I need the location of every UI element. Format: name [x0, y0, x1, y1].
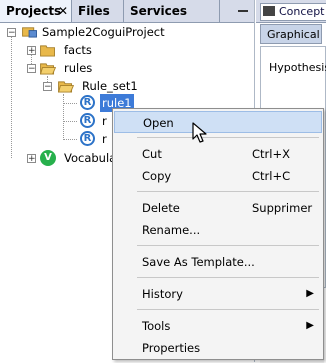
menu-item-label: Delete [142, 201, 180, 215]
menu-item-shortcut: Ctrl+X [252, 147, 290, 161]
menu-separator [137, 309, 319, 310]
tab-concept-label: Concept t [279, 5, 326, 18]
tree-node-rules[interactable]: − rules [0, 59, 254, 77]
menu-item-label: Rename... [142, 223, 201, 237]
menu-item-shortcut: Ctrl+C [252, 169, 291, 183]
menu-item-label: History [142, 287, 183, 301]
tab-services[interactable]: Services [124, 0, 220, 22]
folder-open-icon [58, 81, 74, 93]
menu-item-rename[interactable]: Rename... [114, 219, 322, 241]
tree-node-facts[interactable]: + facts [0, 41, 254, 59]
tree-node-rule-set[interactable]: − Rule_set1 [0, 77, 254, 95]
menu-item-tools[interactable]: Tools ▶ [114, 315, 322, 337]
tab-concept[interactable]: Concept t [260, 3, 326, 21]
menu-separator [137, 137, 319, 138]
collapse-icon[interactable]: − [27, 64, 36, 74]
vocabulary-label: Vocabula [64, 151, 117, 165]
folder-open-icon [40, 63, 56, 75]
menu-separator [137, 277, 319, 278]
rules-label: rules [64, 61, 93, 75]
submenu-arrow-icon: ▶ [306, 288, 314, 299]
menu-item-history[interactable]: History ▶ [114, 283, 322, 305]
rule-icon: R [80, 131, 95, 146]
menu-item-label: Cut [142, 147, 162, 161]
menu-item-delete[interactable]: Delete Supprimer [114, 197, 322, 219]
tree-node-project[interactable]: − Sample2CoguiProject [0, 23, 254, 41]
menu-item-properties[interactable]: Properties [114, 337, 322, 359]
menu-item-open[interactable]: Open [114, 111, 322, 133]
menu-item-cut[interactable]: Cut Ctrl+X [114, 143, 322, 165]
panel-tabbar: Projects ✕ Files Services [0, 0, 254, 23]
menu-item-copy[interactable]: Copy Ctrl+C [114, 165, 322, 187]
facts-label: facts [64, 43, 92, 57]
rule2-label: r [102, 114, 107, 128]
hypothesis-label: Hypothesis [269, 61, 326, 74]
tab-services-label: Services [130, 4, 188, 18]
mouse-pointer-icon [192, 122, 207, 143]
menu-item-save-as-template[interactable]: Save As Template... [114, 251, 322, 273]
menu-separator [137, 245, 319, 246]
close-icon[interactable]: ✕ [58, 0, 68, 22]
collapse-icon[interactable]: − [43, 82, 52, 92]
collapse-icon[interactable]: − [7, 28, 16, 38]
expand-icon[interactable]: + [27, 154, 36, 164]
rule-icon: R [80, 95, 95, 110]
tab-files-label: Files [78, 4, 110, 18]
context-menu: Open Cut Ctrl+X Copy Ctrl+C Delete Suppr… [112, 108, 324, 360]
editor-icon [263, 6, 275, 16]
tab-graphical[interactable]: Graphical [260, 24, 322, 44]
minimize-icon[interactable] [238, 10, 248, 12]
editor-tabbar: Concept t [256, 0, 326, 23]
project-icon [22, 27, 37, 38]
menu-item-label: Save As Template... [142, 255, 255, 269]
folder-icon [40, 45, 55, 57]
tab-projects-label: Projects [6, 4, 62, 18]
menu-item-shortcut: Supprimer [252, 201, 313, 215]
menu-item-label: Open [143, 116, 174, 130]
menu-item-label: Copy [142, 169, 172, 183]
tab-files[interactable]: Files [72, 0, 124, 22]
vocabulary-icon: V [40, 150, 56, 166]
menu-separator [137, 191, 319, 192]
rule-icon: R [80, 113, 95, 128]
tab-projects[interactable]: Projects ✕ [0, 0, 72, 22]
rule-set-label: Rule_set1 [82, 79, 138, 93]
project-label: Sample2CoguiProject [42, 25, 165, 39]
menu-item-label: Tools [142, 319, 171, 333]
expand-icon[interactable]: + [27, 46, 36, 56]
rule3-label: r [102, 132, 107, 146]
submenu-arrow-icon: ▶ [306, 320, 314, 331]
menu-item-label: Properties [142, 341, 201, 355]
